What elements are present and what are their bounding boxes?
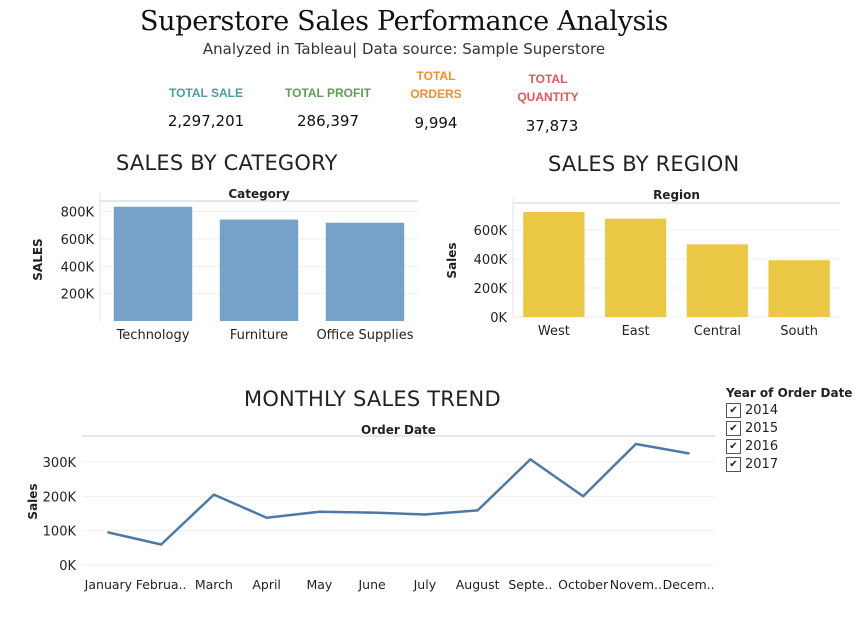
region-bar-chart: Region 0K 200K 400K 600K Sales West East Central… <box>445 188 840 339</box>
dashboard-title: Superstore Sales Performance Analysis <box>139 6 669 37</box>
data-point <box>265 516 268 519</box>
section-title-category: SALES BY CATEGORY <box>116 151 338 175</box>
year-filter-item[interactable]: ✔ 2014 <box>726 401 852 419</box>
x-tick-label: April <box>252 577 281 592</box>
kpi-total-orders-value: 9,994 <box>414 114 458 132</box>
y-tick-label: 200K <box>61 288 95 303</box>
y-tick-label: 400K <box>474 253 508 268</box>
y-tick-label: 800K <box>61 206 95 221</box>
x-tick-label: July <box>413 577 437 592</box>
y-axis-label: Sales <box>26 483 40 519</box>
year-filter-label: 2016 <box>745 438 779 454</box>
kpi-total-quantity-label: TOTAL QUANTITY <box>498 70 598 106</box>
kpi-label-line: TOTAL <box>528 72 568 86</box>
kpi-total-profit-value: 286,397 <box>296 112 360 130</box>
y-tick-label: 600K <box>474 224 508 239</box>
kpi-total-sale-value: 2,297,201 <box>167 112 245 130</box>
bar <box>604 218 667 317</box>
dashboard-subtitle: Analyzed in Tableau| Data source: Sample… <box>202 40 606 58</box>
kpi-total-profit-label: TOTAL PROFIT <box>278 84 378 102</box>
column-header: Order Date <box>361 423 436 437</box>
x-tick-label: January <box>84 577 133 592</box>
data-point <box>318 510 321 513</box>
bar <box>686 244 749 317</box>
year-filter-item[interactable]: ✔ 2017 <box>726 455 852 473</box>
data-point <box>212 493 216 496</box>
y-tick-label: 0K <box>490 311 507 326</box>
checkbox-icon[interactable]: ✔ <box>726 456 741 472</box>
bar <box>325 222 405 321</box>
series-line <box>108 442 689 546</box>
x-tick-label: Novem.. <box>610 577 662 592</box>
checkbox-icon[interactable]: ✔ <box>726 402 741 418</box>
data-point <box>476 509 479 512</box>
column-header: Category <box>228 187 290 201</box>
kpi-label-line: TOTAL PROFIT <box>285 86 371 100</box>
x-tick-label: May <box>306 577 332 592</box>
year-filter-item[interactable]: ✔ 2015 <box>726 419 852 437</box>
x-tick-label: Office Supplies <box>316 328 413 343</box>
data-point <box>159 543 163 546</box>
x-tick-label: Central <box>694 324 741 339</box>
bar <box>523 211 585 317</box>
y-tick-label: 0K <box>59 559 76 574</box>
kpi-label-line: TOTAL SALE <box>168 86 243 100</box>
data-point <box>423 513 427 516</box>
x-tick-label: Decem.. <box>663 577 715 592</box>
x-tick-label: August <box>456 577 500 592</box>
x-tick-label: South <box>780 324 818 339</box>
y-tick-label: 400K <box>61 260 95 275</box>
legend-title: Year of Order Date <box>726 386 853 400</box>
y-tick-label: 600K <box>61 233 95 248</box>
x-tick-label: Septe.. <box>508 577 552 592</box>
data-point <box>634 442 638 446</box>
section-title-region: SALES BY REGION <box>548 152 740 176</box>
kpi-label-line: QUANTITY <box>517 90 579 104</box>
y-axis-label: SALES <box>31 238 45 280</box>
year-filter-label: 2015 <box>745 420 779 436</box>
section-title-trend: MONTHLY SALES TREND <box>244 387 501 411</box>
monthly-trend-line-chart: Order Date 0K 100K 200K 300KSales January Febr… <box>26 423 715 592</box>
data-point <box>370 511 374 514</box>
kpi-total-sale-label: TOTAL SALE <box>156 84 256 102</box>
checkbox-icon[interactable]: ✔ <box>726 420 741 436</box>
year-filter-label: 2017 <box>745 456 779 472</box>
year-filter-label: 2014 <box>745 402 779 418</box>
y-tick-label: 100K <box>43 525 77 540</box>
bar <box>113 206 193 321</box>
checkbox-icon[interactable]: ✔ <box>726 438 741 454</box>
y-axis-label: Sales <box>445 242 459 278</box>
data-point <box>581 495 585 498</box>
kpi-total-quantity-value: 37,873 <box>525 117 579 135</box>
x-tick-label: East <box>622 324 650 339</box>
kpi-label-line: TOTAL <box>416 69 456 83</box>
x-tick-label: October <box>558 577 609 592</box>
column-header: Region <box>653 188 700 202</box>
x-tick-label: Februa.. <box>136 577 187 592</box>
x-tick-label: Furniture <box>230 328 288 343</box>
data-point <box>687 452 690 455</box>
bar <box>768 260 830 317</box>
bar <box>219 219 299 321</box>
kpi-total-orders-label: TOTAL ORDERS <box>386 67 486 103</box>
data-point <box>529 458 532 461</box>
year-filter-item[interactable]: ✔ 2016 <box>726 437 852 455</box>
x-tick-label: March <box>195 577 233 592</box>
x-tick-label: West <box>538 324 570 339</box>
x-tick-label: Technology <box>116 328 190 343</box>
y-tick-label: 200K <box>43 490 77 505</box>
y-tick-label: 200K <box>474 282 508 297</box>
data-point <box>107 531 110 534</box>
year-filter-legend: Year of Order Date ✔ 2014 ✔ 2015 ✔ 2016 ✔ 2017 <box>726 386 852 473</box>
x-tick-label: June <box>358 577 387 592</box>
y-tick-label: 300K <box>43 456 77 471</box>
legend-items: ✔ 2014 ✔ 2015 ✔ 2016 ✔ 2017 <box>726 401 852 473</box>
category-bar-chart: Category 200K 400K 600K 800K SALES Technology F… <box>31 187 418 343</box>
kpi-label-line: ORDERS <box>410 87 462 101</box>
